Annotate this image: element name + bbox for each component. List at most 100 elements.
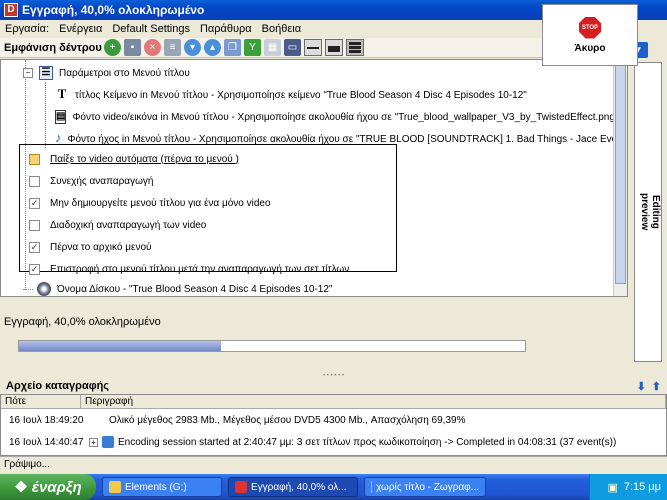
editing-preview-panel: ▼ Editing preview — [628, 38, 667, 378]
menu-task[interactable]: Εργασία: — [0, 23, 54, 35]
tree-node-label: τίτλος Κείμενο in Μενού τίτλου - Χρησιμο… — [75, 89, 527, 101]
menu-params-icon: ☰ — [39, 66, 53, 80]
properties-icon[interactable]: ≡ — [164, 39, 181, 56]
move-down-icon[interactable]: ▾ — [184, 39, 201, 56]
option-label: Διαδοχική αναπαραγωγή των video — [50, 219, 207, 231]
log-row[interactable]: 16 Ιουλ 18:49:20 Ολικό μέγεθος 2983 Mb.,… — [1, 409, 666, 431]
log-desc: Ολικό μέγεθος 2983 Mb., Μέγεθος μέσου DV… — [109, 414, 466, 426]
disc-icon — [37, 282, 51, 296]
tree-node-disc-name[interactable]: Όνομα Δίσκου - "True Blood Season 4 Disc… — [23, 278, 627, 296]
menu-default-settings[interactable]: Default Settings — [107, 23, 195, 35]
tray-icon[interactable]: ▣ — [607, 481, 617, 494]
folder-icon — [109, 481, 121, 493]
app-icon: D — [4, 3, 18, 17]
film-icon: ▤ — [55, 110, 67, 124]
tree-node-label: Όνομα Δίσκου - "True Blood Season 4 Disc… — [57, 283, 333, 295]
windows-logo-icon: ❖ — [14, 479, 28, 496]
tree-node-label: Παράμετροι στο Μενού τίτλου — [59, 67, 190, 79]
checkbox-skip-first-menu[interactable]: ✓ — [29, 241, 40, 253]
progress-bar — [18, 340, 526, 352]
collapse-icon[interactable]: − — [23, 68, 33, 78]
option-label: Παίξε το video αυτόματα (πέρνα το μενού … — [50, 153, 239, 165]
option-label: Μην δημιουργείτε μενού τίτλου για ένα μό… — [50, 197, 271, 209]
task-recording[interactable]: Εγγραφή, 40,0% ολ... — [228, 477, 358, 497]
log-table: Πότε Περιγραφή 16 Ιουλ 18:49:20 Ολικό μέ… — [0, 394, 667, 456]
option-return-to-menu[interactable]: ✓ Επιστροφή στο μενού τίτλου μετά την αν… — [29, 258, 627, 280]
arrow-down-icon[interactable]: ⬇ — [637, 380, 646, 393]
layout-1-icon[interactable] — [304, 39, 322, 56]
scrollbar-thumb[interactable] — [615, 64, 626, 284]
checkbox-autoplay[interactable] — [29, 153, 40, 165]
cancel-button[interactable]: STOP Άκυρο — [542, 4, 638, 66]
menu-action[interactable]: Ενέργεια — [54, 23, 107, 35]
option-sequential-play[interactable]: Διαδοχική αναπαραγωγή των video — [29, 214, 627, 236]
task-elements[interactable]: Elements (G:) — [102, 477, 222, 497]
option-skip-first-menu[interactable]: ✓ Πέρνα το αρχικό μενού — [29, 236, 627, 258]
progress-area: Εγγραφή, 40,0% ολοκληρωμένο — [0, 312, 628, 374]
task-paint[interactable]: χωρίς τίτλο - Ζωγραφ... — [364, 477, 486, 497]
clock[interactable]: 7:15 μμ — [624, 481, 661, 493]
option-label: Συνεχής αναπαραγωγή — [50, 175, 154, 187]
editing-preview-line1: Editing — [650, 195, 661, 229]
option-label: Πέρνα το αρχικό μενού — [50, 241, 152, 253]
task-label: χωρίς τίτλο - Ζωγραφ... — [376, 481, 479, 493]
option-autoplay[interactable]: Παίξε το video αυτόματα (πέρνα το μενού … — [29, 148, 627, 170]
stop-icon: STOP — [579, 16, 601, 39]
column-when[interactable]: Πότε — [1, 395, 81, 408]
delete-icon[interactable]: × — [144, 39, 161, 56]
tools-icon[interactable]: Y — [244, 39, 261, 56]
column-description[interactable]: Περιγραφή — [81, 395, 666, 408]
app-icon — [235, 481, 247, 493]
copy-icon[interactable]: ❐ — [224, 39, 241, 56]
monitor-icon[interactable]: ▭ — [284, 39, 301, 56]
status-bar: Γράψιμο... — [0, 456, 667, 474]
editing-preview-line2: preview — [639, 193, 650, 231]
checkbox-continuous-play[interactable] — [29, 175, 40, 187]
log-header: Αρχείο καταγραφής ⬇ ⬆ — [0, 378, 667, 394]
tree-view-label: Εμφάνιση δέντρου — [4, 41, 102, 54]
grid-icon[interactable]: ▦ — [264, 39, 281, 56]
log-time: 16 Ιουλ 18:49:20 — [9, 414, 84, 426]
tree-guide — [23, 288, 33, 290]
progress-label: Εγγραφή, 40,0% ολοκληρωμένο — [4, 316, 161, 328]
tree-scrollbar[interactable] — [613, 60, 627, 296]
tree-guide — [45, 82, 46, 148]
log-title: Αρχείο καταγραφής — [6, 380, 110, 392]
tree-node-title-menu-params[interactable]: − ☰ Παράμετροι στο Μενού τίτλου — [23, 62, 627, 84]
checkbox-sequential-play[interactable] — [29, 219, 40, 231]
arrow-up-icon[interactable]: ⬆ — [652, 380, 661, 393]
window-title: Εγγραφή, 40,0% ολοκληρωμένο — [22, 3, 205, 17]
tree-node-background-video[interactable]: ▤ Φόντο video/εικόνα in Μενού τίτλου - Χ… — [55, 106, 627, 128]
checkbox-return-to-menu[interactable]: ✓ — [29, 263, 40, 275]
settings-tree: − ☰ Παράμετροι στο Μενού τίτλου T τίτλος… — [0, 59, 628, 297]
task-label: Elements (G:) — [125, 481, 187, 493]
option-label: Επιστροφή στο μενού τίτλου μετά την αναπ… — [50, 263, 350, 275]
task-label: Εγγραφή, 40,0% ολ... — [251, 481, 347, 493]
save-icon[interactable]: ▪ — [124, 39, 141, 56]
editing-preview-tab[interactable]: Editing preview — [634, 62, 662, 362]
move-up-icon[interactable]: ▴ — [204, 39, 221, 56]
log-columns: Πότε Περιγραφή — [1, 395, 666, 409]
layout-3-icon[interactable] — [346, 39, 364, 56]
taskbar: ❖ έναρξη Elements (G:) Εγγραφή, 40,0% ολ… — [0, 474, 667, 500]
start-button[interactable]: ❖ έναρξη — [0, 474, 96, 500]
paint-icon — [371, 481, 373, 493]
log-desc: Encoding session started at 2:40:47 μμ: … — [118, 436, 617, 448]
expand-icon[interactable]: + — [89, 437, 98, 447]
system-tray: ▣ 7:15 μμ — [589, 474, 667, 500]
progress-fill — [19, 341, 222, 351]
checkbox-no-menu-single-video[interactable]: ✓ — [29, 197, 40, 209]
tree-node-label: Φόντο ήχος in Μενού τίτλου - Χρησιμοποίη… — [67, 133, 628, 145]
add-icon[interactable]: + — [104, 39, 121, 56]
info-icon — [102, 436, 114, 448]
menu-help[interactable]: Βοήθεια — [257, 23, 306, 35]
log-time: 16 Ιουλ 14:40:47 — [9, 436, 84, 448]
log-row[interactable]: 16 Ιουλ 14:40:47 + Encoding session star… — [1, 431, 666, 453]
option-continuous-play[interactable]: Συνεχής αναπαραγωγή — [29, 170, 627, 192]
layout-2-icon[interactable] — [325, 39, 343, 56]
tree-node-title-text[interactable]: T τίτλος Κείμενο in Μενού τίτλου - Χρησι… — [55, 84, 627, 106]
toolbar: Εμφάνιση δέντρου + ▪ × ≡ ▾ ▴ ❐ Y ▦ ▭ — [0, 38, 628, 58]
option-no-menu-single-video[interactable]: ✓ Μην δημιουργείτε μενού τίτλου για ένα … — [29, 192, 627, 214]
menu-windows[interactable]: Παράθυρα — [195, 23, 257, 35]
start-label: έναρξη — [31, 478, 82, 496]
